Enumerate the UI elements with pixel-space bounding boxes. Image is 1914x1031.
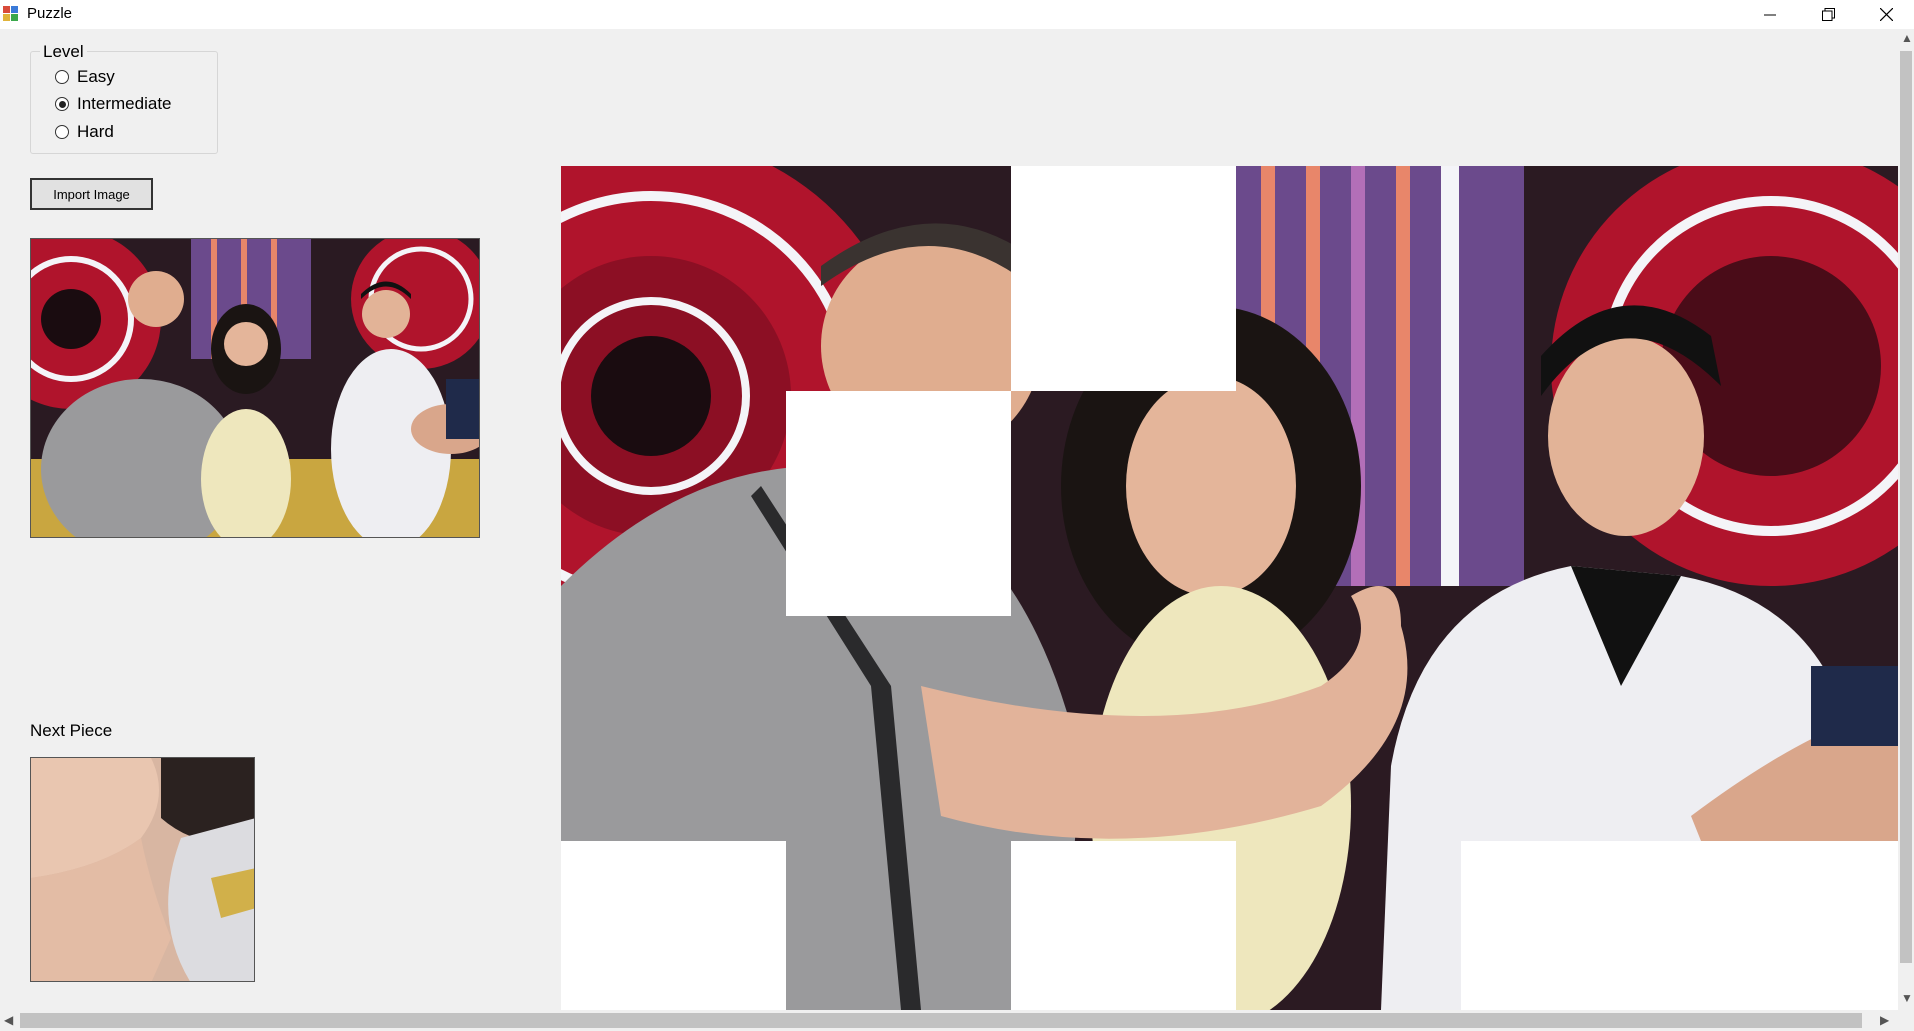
- radio-label-easy: Easy: [77, 67, 115, 86]
- scroll-right-icon[interactable]: ▶: [1880, 1013, 1889, 1027]
- maximize-button[interactable]: [1799, 0, 1857, 29]
- empty-slot[interactable]: [561, 841, 786, 1010]
- level-groupbox: Level Easy Intermediate Hard: [30, 43, 218, 154]
- preview-photo: [31, 239, 479, 537]
- horizontal-scrollbar[interactable]: ◀ ▶: [0, 1010, 1914, 1031]
- empty-slot[interactable]: [1461, 841, 1898, 1010]
- vertical-scroll-thumb[interactable]: [1900, 51, 1912, 963]
- next-piece-photo: [31, 758, 254, 981]
- window-title: Puzzle: [27, 5, 73, 22]
- scroll-left-icon[interactable]: ◀: [4, 1013, 13, 1027]
- minimize-button[interactable]: [1741, 0, 1799, 29]
- next-piece-image[interactable]: [30, 757, 255, 982]
- level-label: Level: [40, 43, 87, 61]
- title-bar: Puzzle: [0, 0, 1914, 29]
- radio-indicator-selected[interactable]: [55, 97, 69, 111]
- radio-hard[interactable]: Hard: [55, 121, 114, 143]
- restore-icon: [1821, 8, 1835, 21]
- close-button[interactable]: [1857, 0, 1914, 29]
- import-image-button[interactable]: Import Image: [30, 178, 153, 210]
- puzzle-app-icon: [3, 6, 19, 22]
- client-area: Level Easy Intermediate Hard Import Imag…: [0, 29, 1898, 1010]
- radio-label-intermediate: Intermediate: [77, 94, 172, 113]
- horizontal-scroll-thumb[interactable]: [20, 1013, 1862, 1028]
- radio-label-hard: Hard: [77, 122, 114, 141]
- minimize-icon: [1764, 14, 1776, 15]
- scroll-up-icon[interactable]: ▲: [1901, 31, 1913, 45]
- image-preview: [30, 238, 480, 538]
- close-icon: [1879, 8, 1893, 21]
- puzzle-board[interactable]: [561, 166, 1898, 1010]
- radio-indicator[interactable]: [55, 70, 69, 84]
- empty-slot[interactable]: [1011, 166, 1236, 391]
- puzzle-board-canvas: [561, 166, 1898, 1010]
- scroll-down-icon[interactable]: ▼: [1901, 991, 1913, 1005]
- radio-intermediate[interactable]: Intermediate: [55, 93, 172, 115]
- next-piece-label: Next Piece: [30, 721, 113, 740]
- empty-slot[interactable]: [1011, 841, 1236, 1010]
- empty-slot[interactable]: [786, 391, 1011, 616]
- vertical-scrollbar[interactable]: ▲ ▼: [1898, 29, 1914, 1010]
- radio-indicator[interactable]: [55, 125, 69, 139]
- radio-easy[interactable]: Easy: [55, 66, 115, 88]
